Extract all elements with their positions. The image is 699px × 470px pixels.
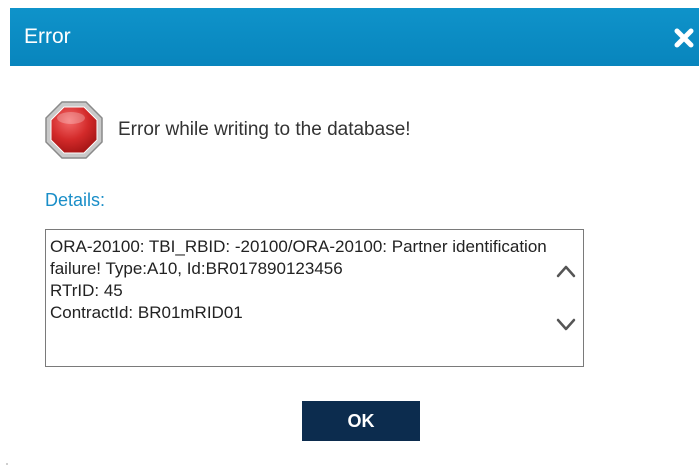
- details-label: Details:: [45, 190, 106, 210]
- error-dialog: Error Error while writing to the databas…: [0, 0, 699, 470]
- error-message: Error while writing to the database!: [118, 119, 411, 140]
- details-textarea[interactable]: ORA-20100: TBI_RBID: -20100/ORA-20100: P…: [45, 229, 584, 367]
- chevron-down-icon[interactable]: [555, 316, 577, 334]
- chevron-up-icon[interactable]: [555, 262, 577, 280]
- divider-dot: [6, 463, 8, 465]
- close-icon[interactable]: [671, 22, 697, 52]
- ok-button[interactable]: OK: [302, 401, 420, 441]
- dialog-title: Error: [24, 25, 71, 48]
- stop-sign-icon: [44, 100, 104, 160]
- dialog-titlebar: Error: [10, 8, 699, 66]
- details-text: ORA-20100: TBI_RBID: -20100/ORA-20100: P…: [50, 237, 547, 322]
